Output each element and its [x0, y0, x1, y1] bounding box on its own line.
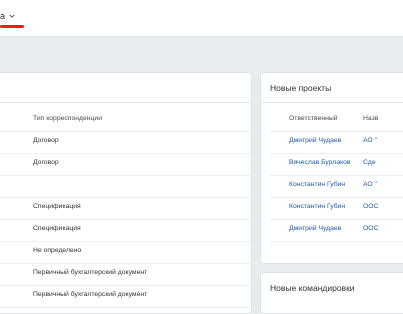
nav-menu-item[interactable]: а [0, 11, 16, 21]
active-nav-underline [0, 25, 24, 28]
table-row[interactable]: Константин Губин АО " [270, 176, 403, 198]
table-row[interactable]: Первичный бухгалтерский документ [0, 286, 251, 308]
table-cell: Договор [33, 137, 59, 144]
documents-table: Тип корреспонденции Договор Договор Спец… [0, 110, 251, 308]
table-row[interactable]: Спецификация [0, 198, 251, 220]
table-row[interactable]: Константин Губин ООС [270, 198, 403, 220]
project-name-link[interactable]: Сде [363, 159, 376, 166]
documents-panel: Тип корреспонденции Договор Договор Спец… [0, 72, 252, 314]
panel-header-divider [0, 102, 251, 103]
table-cell: Первичный бухгалтерский документ [33, 269, 148, 276]
table-cell: Первичный бухгалтерский документ [33, 291, 148, 298]
table-cell: Спецификация [33, 203, 81, 210]
responsible-link[interactable]: Константин Губин [289, 203, 345, 210]
table-row[interactable]: Вячеслав Бурлаков Сде [270, 154, 403, 176]
project-name-link[interactable]: ООС [363, 203, 378, 210]
table-cell: Не определено [33, 247, 82, 254]
new-trips-panel: Новые командировки [260, 272, 403, 314]
panel-header-divider [261, 102, 403, 103]
chevron-down-icon [9, 14, 15, 18]
table-row[interactable]: Дмитрий Чудаев АО " [270, 132, 403, 154]
table-cell: Спецификация [33, 225, 81, 232]
panel-title: Новые проекты [270, 83, 332, 93]
table-header-row: Тип корреспонденции [0, 110, 251, 132]
table-row[interactable]: Дмитрий Чудаев ООС [270, 220, 403, 242]
table-row[interactable]: Договор [0, 154, 251, 176]
column-header-name: Назв [363, 115, 379, 122]
table-header-row: Ответственный Назв [270, 110, 403, 132]
new-projects-panel: Новые проекты Ответственный Назв Дмитрий… [260, 72, 403, 264]
table-row[interactable] [0, 176, 251, 198]
column-header-responsible: Ответственный [289, 115, 338, 122]
project-name-link[interactable]: АО " [363, 181, 377, 188]
project-name-link[interactable]: АО " [363, 137, 377, 144]
responsible-link[interactable]: Дмитрий Чудаев [289, 225, 341, 232]
panel-title: Новые командировки [270, 283, 355, 293]
top-navigation-bar: а [0, 0, 403, 37]
responsible-link[interactable]: Вячеслав Бурлаков [289, 159, 350, 166]
table-cell: Договор [33, 159, 59, 166]
responsible-link[interactable]: Дмитрий Чудаев [289, 137, 341, 144]
project-name-link[interactable]: ООС [363, 225, 378, 232]
table-row[interactable]: Спецификация [0, 220, 251, 242]
responsible-link[interactable]: Константин Губин [289, 181, 345, 188]
nav-menu-label: а [0, 11, 6, 21]
column-header-correspondence-type: Тип корреспонденции [33, 115, 102, 122]
projects-table: Ответственный Назв Дмитрий Чудаев АО " В… [270, 110, 403, 242]
table-row[interactable]: Первичный бухгалтерский документ [0, 264, 251, 286]
table-row[interactable]: Договор [0, 132, 251, 154]
table-row[interactable]: Не определено [0, 242, 251, 264]
